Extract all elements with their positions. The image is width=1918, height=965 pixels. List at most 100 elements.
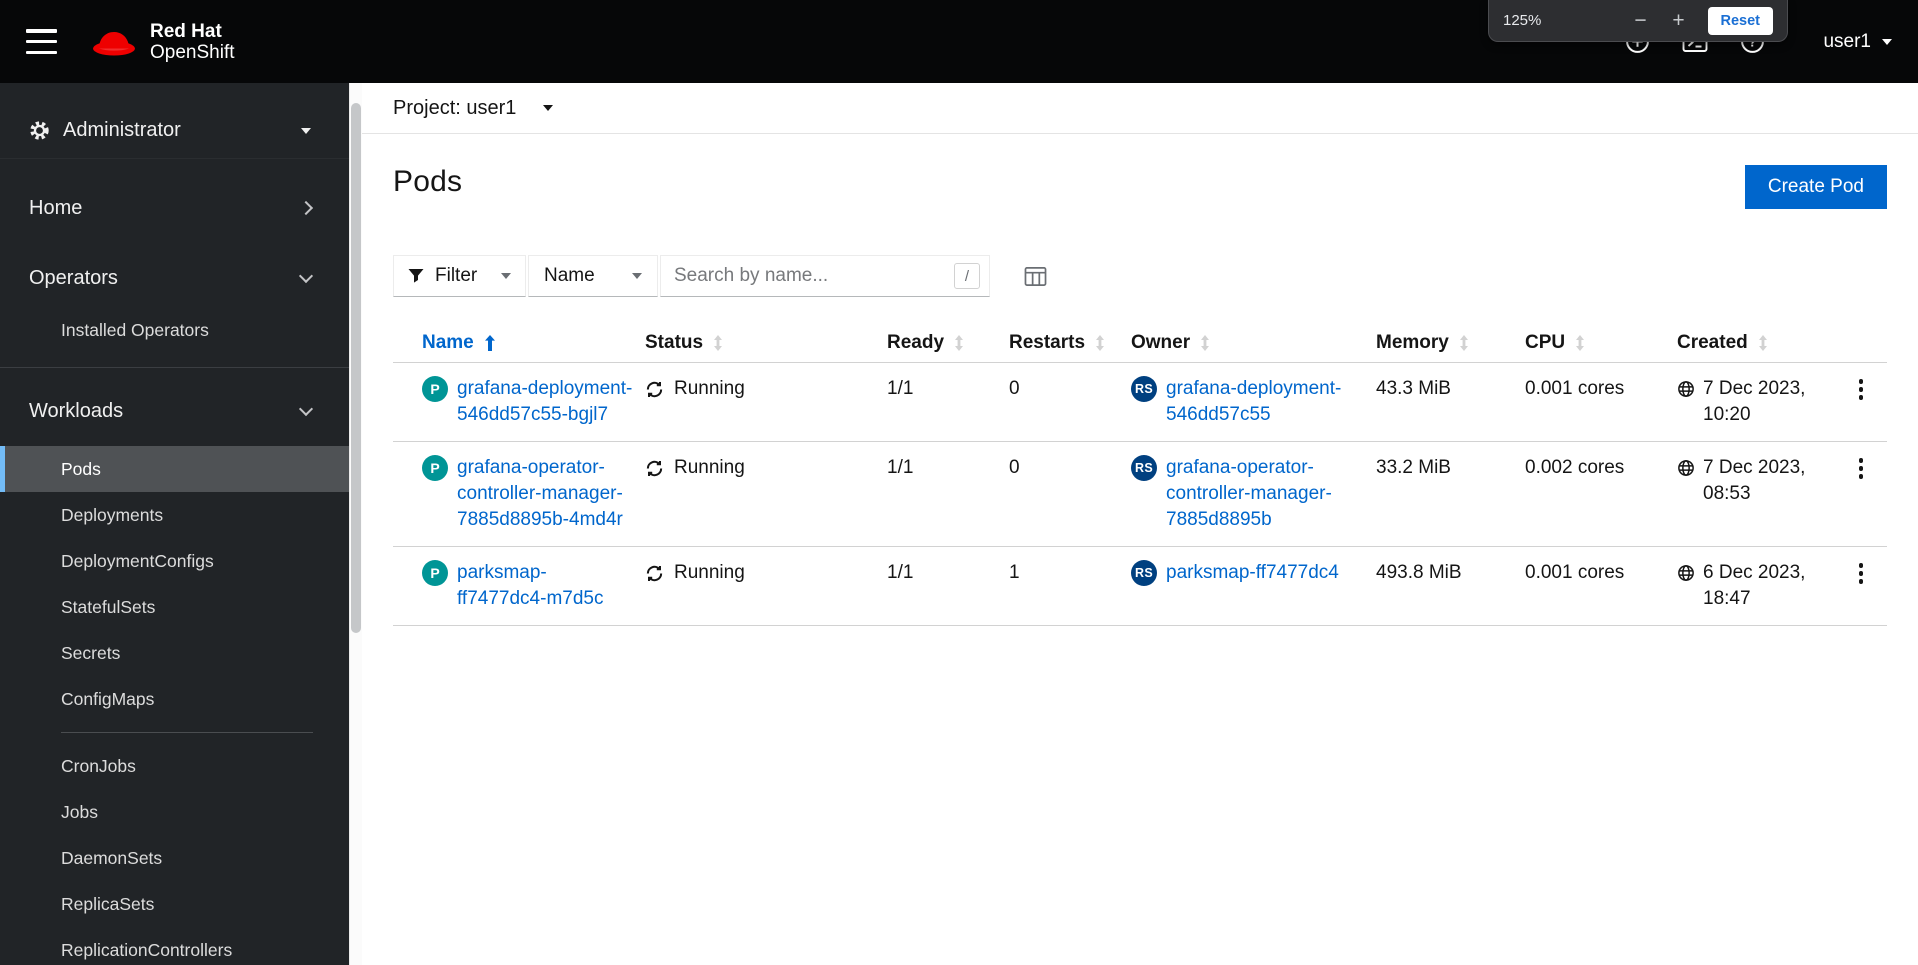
caret-down-icon [543, 105, 554, 111]
sidebar-group-workloads-toggle[interactable]: Workloads [0, 382, 349, 440]
project-selector-label: Project: user1 [393, 96, 517, 119]
sidebar-group-operators-toggle[interactable]: Operators [0, 249, 349, 307]
pod-name-link[interactable]: grafana-operator-controller-manager-7885… [457, 455, 633, 533]
user-menu[interactable]: user1 [1823, 31, 1892, 53]
sidebar-item-label: Home [29, 196, 83, 219]
sidebar-group-operators: Operators Installed Operators [0, 249, 349, 353]
brand-text: Red Hat OpenShift [150, 21, 235, 63]
sidebar-scrollbar[interactable] [349, 83, 362, 965]
search-input[interactable] [661, 256, 989, 296]
column-header-label: Status [645, 332, 704, 353]
table-row: P parksmap-ff7477dc4-m7d5c Running 1/1 1… [393, 547, 1887, 626]
sort-both-icon [1576, 335, 1585, 351]
owner-link[interactable]: parksmap-ff7477dc4 [1166, 560, 1339, 586]
status-cell: Running [645, 547, 887, 625]
sidebar-item-replicasets[interactable]: ReplicaSets [0, 881, 349, 927]
ready-cell: 1/1 [887, 562, 914, 583]
kebab-menu-button[interactable] [1851, 371, 1872, 408]
sidebar-item-configmaps[interactable]: ConfigMaps [0, 676, 349, 722]
column-header-restarts[interactable]: Restarts [1009, 324, 1131, 362]
search-box: / [660, 255, 990, 297]
sidebar-item-installed-operators[interactable]: Installed Operators [0, 307, 349, 353]
restarts-cell: 0 [1009, 378, 1020, 399]
filter-dropdown[interactable]: Filter [393, 255, 526, 297]
owner-link[interactable]: grafana-operator-controller-manager-7885… [1166, 455, 1364, 533]
create-pod-button[interactable]: Create Pod [1744, 165, 1887, 209]
sort-both-icon [1459, 335, 1468, 351]
hamburger-menu-button[interactable] [26, 29, 57, 54]
replicaset-badge-icon: RS [1131, 376, 1157, 402]
redhat-openshift-logo[interactable]: Red Hat OpenShift [91, 21, 235, 63]
pod-name-link[interactable]: parksmap-ff7477dc4-m7d5c [457, 560, 633, 612]
sidebar-item-replicationcontrollers[interactable]: ReplicationControllers [0, 927, 349, 965]
sidebar-item-deployments[interactable]: Deployments [0, 492, 349, 538]
sidebar-item-jobs[interactable]: Jobs [0, 789, 349, 835]
caret-down-icon [501, 273, 511, 279]
column-header-created[interactable]: Created [1677, 324, 1835, 362]
memory-cell: 33.2 MiB [1376, 457, 1451, 478]
scrollbar-thumb[interactable] [351, 103, 361, 633]
sidebar-nav: Administrator Home Operators Installed O… [0, 83, 349, 965]
brand-line2: OpenShift [150, 41, 235, 63]
status-cell: Running [645, 363, 887, 441]
search-attribute-select[interactable]: Name [528, 255, 658, 297]
project-bar: Project: user1 [362, 83, 1918, 134]
sidebar-item-deploymentconfigs[interactable]: DeploymentConfigs [0, 538, 349, 584]
column-header-name[interactable]: Name [393, 324, 645, 362]
caret-down-icon [632, 273, 642, 279]
sort-ascending-icon [484, 335, 495, 351]
keyboard-shortcut-hint: / [954, 263, 980, 289]
chevron-right-icon [298, 200, 314, 216]
search-attribute-label: Name [544, 265, 595, 286]
pod-name-cell: P grafana-deployment-546dd57c55-bgjl7 [393, 363, 645, 441]
gear-icon [30, 121, 49, 140]
column-management-button[interactable] [1024, 266, 1047, 287]
zoom-reset-button[interactable]: Reset [1707, 6, 1773, 35]
column-header-ready[interactable]: Ready [887, 324, 1009, 362]
toolbar: Filter Name / [393, 255, 1887, 297]
sidebar-item-secrets[interactable]: Secrets [0, 630, 349, 676]
status-cell: Running [645, 442, 887, 546]
kebab-menu-button[interactable] [1851, 555, 1872, 592]
pod-badge-icon: P [422, 560, 448, 586]
created-cell: 7 Dec 2023, 10:20 [1677, 363, 1835, 441]
column-header-memory[interactable]: Memory [1376, 324, 1525, 362]
pod-name-cell: P grafana-operator-controller-manager-78… [393, 442, 645, 546]
globe-timestamp-icon [1678, 565, 1694, 581]
sidebar-item-home[interactable]: Home [0, 179, 349, 237]
sidebar-item-cronjobs[interactable]: CronJobs [0, 743, 349, 789]
column-header-cpu[interactable]: CPU [1525, 324, 1677, 362]
status-text: Running [674, 378, 745, 399]
created-cell: 7 Dec 2023, 08:53 [1677, 442, 1835, 546]
created-timestamp: 7 Dec 2023, 10:20 [1703, 378, 1806, 425]
table-row: P grafana-operator-controller-manager-78… [393, 442, 1887, 547]
zoom-in-button[interactable]: + [1664, 10, 1694, 31]
sort-both-icon [1758, 335, 1767, 351]
pod-name-link[interactable]: grafana-deployment-546dd57c55-bgjl7 [457, 376, 633, 428]
perspective-switcher[interactable]: Administrator [0, 103, 349, 159]
column-management-icon [1024, 266, 1047, 286]
column-header-status[interactable]: Status [645, 324, 887, 362]
page-header: Pods Create Pod [362, 134, 1918, 209]
column-header-owner[interactable]: Owner [1131, 324, 1376, 362]
created-cell: 6 Dec 2023, 18:47 [1677, 547, 1835, 625]
pod-badge-icon: P [422, 455, 448, 481]
nav-section-divider [0, 367, 349, 368]
sidebar-group-workloads: Workloads Pods Deployments DeploymentCon… [0, 382, 349, 965]
owner-link[interactable]: grafana-deployment-546dd57c55 [1166, 376, 1364, 428]
cpu-cell: 0.001 cores [1525, 562, 1625, 583]
sidebar-item-daemonsets[interactable]: DaemonSets [0, 835, 349, 881]
page-title: Pods [393, 165, 463, 198]
sidebar-item-statefulsets[interactable]: StatefulSets [0, 584, 349, 630]
created-timestamp: 6 Dec 2023, 18:47 [1703, 562, 1806, 609]
globe-timestamp-icon [1678, 460, 1694, 476]
table-header-row: Name Status Ready Restarts Owner Memory … [393, 324, 1887, 363]
zoom-out-button[interactable]: − [1626, 10, 1656, 31]
project-selector[interactable]: Project: user1 [393, 96, 554, 120]
sort-both-icon [714, 335, 723, 351]
kebab-menu-button[interactable] [1851, 450, 1872, 487]
pod-badge-icon: P [422, 376, 448, 402]
column-header-label: Ready [887, 332, 945, 353]
sidebar-item-pods[interactable]: Pods [0, 446, 349, 492]
column-header-label: CPU [1525, 332, 1566, 353]
